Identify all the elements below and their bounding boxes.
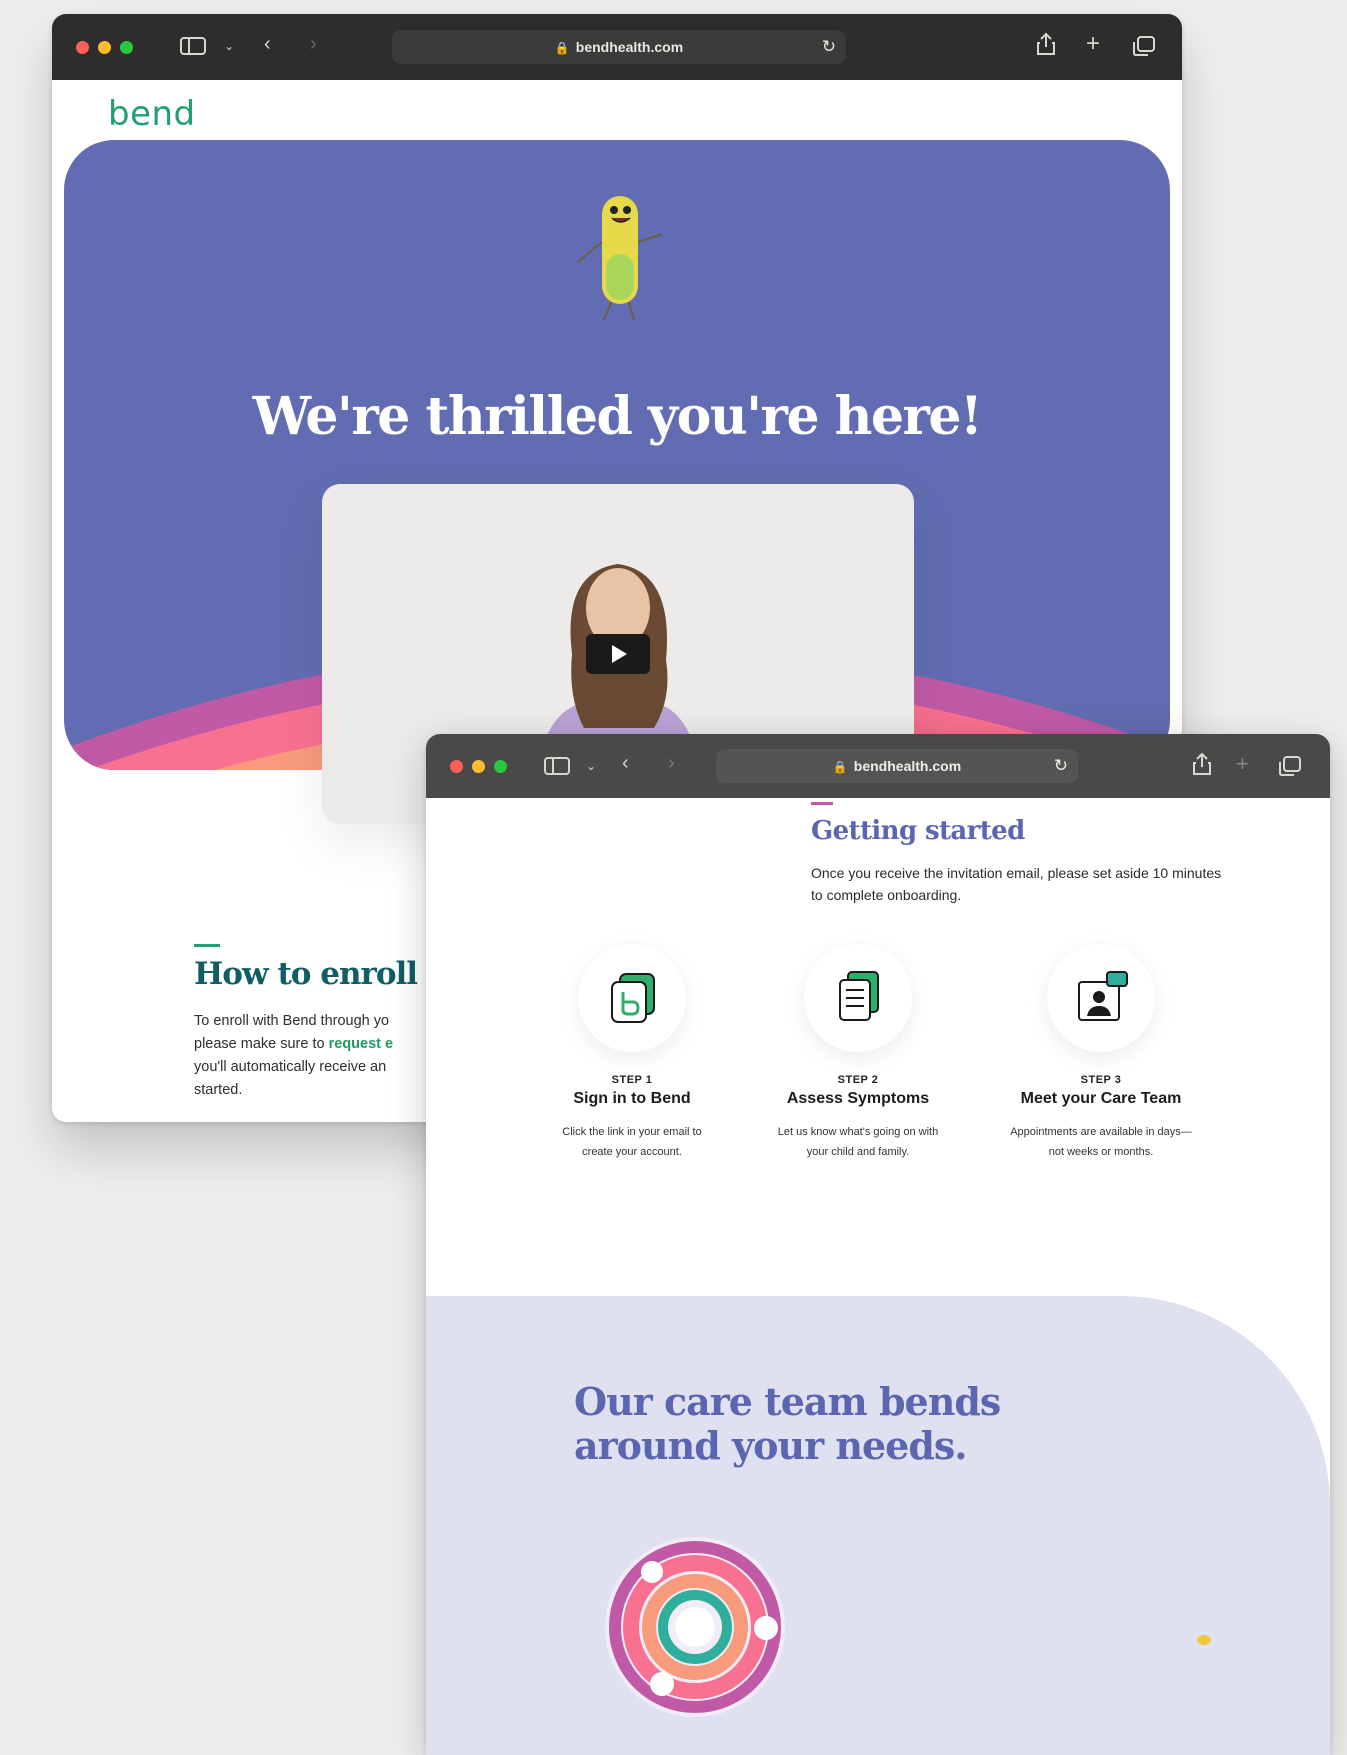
share-icon[interactable] (1036, 32, 1056, 60)
section-accent-line (194, 944, 220, 947)
getting-started-heading: Getting started (811, 816, 1025, 846)
checklist-icon (839, 971, 879, 1021)
step-number: STEP 3 (1080, 1074, 1122, 1086)
care-team-heading: Our care team bends around your needs. (574, 1379, 1001, 1468)
step-description-line: your child and family. (806, 1146, 910, 1158)
request-email-link[interactable]: request e (329, 1036, 393, 1052)
step-3: STEP 3 Meet your Care Team Appointments … (981, 944, 1221, 1162)
bend-app-icon (611, 973, 655, 1023)
minimize-button[interactable] (98, 41, 111, 54)
enroll-text-line: please make sure to (194, 1036, 329, 1052)
step-1: STEP 1 Sign in to Bend Click the link in… (512, 944, 752, 1162)
step-name: Meet your Care Team (1020, 1090, 1182, 1107)
step-description: Appointments are available in days— not … (981, 1122, 1221, 1162)
step-description-line: Let us know what's going on with (777, 1126, 939, 1138)
url-text: bendhealth.com (575, 39, 684, 55)
share-icon[interactable] (1192, 752, 1212, 780)
address-bar[interactable]: 🔒 bendhealth.com ↻ (392, 30, 846, 64)
step-2-icon-circle (804, 944, 912, 1052)
care-team-section: Our care team bends around your needs. (426, 1296, 1330, 1755)
forward-arrow-icon[interactable]: › (310, 34, 317, 54)
step-3-icon-circle (1047, 944, 1155, 1052)
tabs-overview-icon[interactable] (1132, 35, 1156, 61)
new-tab-icon[interactable]: + (1236, 753, 1249, 775)
url-text: bendhealth.com (853, 758, 962, 774)
maximize-button[interactable] (494, 760, 507, 773)
step-1-icon-circle (578, 944, 686, 1052)
video-play-button[interactable] (586, 634, 650, 674)
getting-started-text: Once you receive the invitation email, p… (811, 865, 1222, 903)
step-2: STEP 2 Assess Symptoms Let us know what'… (738, 944, 978, 1162)
forward-arrow-icon[interactable]: › (668, 753, 675, 773)
step-description: Let us know what's going on with your ch… (738, 1122, 978, 1162)
decorative-dot (1197, 1635, 1211, 1645)
browser-toolbar: ⌄ ‹ › 🔒 bendhealth.com ↻ + (52, 14, 1182, 80)
maximize-button[interactable] (120, 41, 133, 54)
bend-logo[interactable]: bend (108, 94, 196, 134)
reload-icon[interactable]: ↻ (822, 30, 836, 64)
address-bar[interactable]: 🔒 bendhealth.com ↻ (716, 749, 1078, 783)
reload-icon[interactable]: ↻ (1054, 749, 1068, 783)
sidebar-icon[interactable] (544, 756, 570, 780)
browser-window-front: ⌄ ‹ › 🔒 bendhealth.com ↻ + Getting starte… (426, 734, 1330, 1755)
how-to-enroll-heading: How to enroll (194, 956, 418, 992)
step-description-line: Appointments are available in days— (1010, 1126, 1192, 1138)
new-tab-icon[interactable]: + (1086, 32, 1100, 56)
chevron-down-icon[interactable]: ⌄ (586, 756, 596, 776)
step-description-line: Click the link in your email to (562, 1126, 702, 1138)
care-team-ring-illustration (605, 1537, 785, 1717)
minimize-button[interactable] (472, 760, 485, 773)
close-button[interactable] (76, 41, 89, 54)
browser-toolbar: ⌄ ‹ › 🔒 bendhealth.com ↻ + (426, 734, 1330, 798)
chevron-down-icon[interactable]: ⌄ (224, 36, 234, 56)
step-description-line: not weeks or months. (1048, 1146, 1154, 1158)
video-call-icon (1078, 971, 1128, 1021)
mascot-illustration (577, 196, 663, 321)
back-arrow-icon[interactable]: ‹ (264, 34, 271, 54)
step-number: STEP 1 (611, 1074, 653, 1086)
hero-title: We're thrilled you're here! (252, 386, 983, 447)
back-arrow-icon[interactable]: ‹ (622, 753, 629, 773)
step-description-line: create your account. (582, 1146, 682, 1158)
sidebar-icon[interactable] (180, 36, 206, 60)
close-button[interactable] (450, 760, 463, 773)
section-accent-line (811, 802, 833, 805)
step-number: STEP 2 (837, 1074, 879, 1086)
care-team-heading-line: around your needs. (574, 1423, 968, 1468)
tabs-overview-icon[interactable] (1278, 755, 1302, 781)
lock-icon: 🔒 (554, 41, 570, 55)
lock-icon: 🔒 (832, 760, 848, 774)
step-name: Assess Symptoms (786, 1090, 930, 1107)
step-description: Click the link in your email to create y… (512, 1122, 752, 1162)
step-name: Sign in to Bend (573, 1090, 691, 1107)
care-team-heading-line: Our care team bends (574, 1379, 1001, 1424)
